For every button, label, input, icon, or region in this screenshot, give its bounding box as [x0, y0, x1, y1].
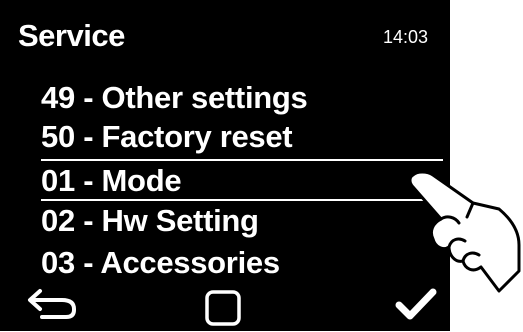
menu-item-other-settings[interactable]: 49 - Other settings [41, 80, 308, 116]
pointing-hand-icon [408, 170, 521, 293]
menu-item-mode[interactable]: 01 - Mode [41, 163, 182, 199]
selection-line-top [41, 159, 443, 161]
clock: 14:03 [383, 27, 429, 47]
home-square-icon [205, 290, 241, 326]
menu-item-accessories[interactable]: 03 - Accessories [41, 245, 280, 281]
back-arrow-icon [28, 289, 76, 319]
menu-item-hw-setting[interactable]: 02 - Hw Setting [41, 203, 259, 239]
back-button[interactable] [26, 287, 78, 321]
page-title: Service [18, 18, 125, 53]
menu-item-factory-reset[interactable]: 50 - Factory reset [41, 119, 293, 155]
device-screen: Service 14:03 49 - Other settings 50 - F… [0, 0, 450, 331]
selection-line-bottom [41, 199, 443, 201]
home-button[interactable] [203, 289, 243, 327]
